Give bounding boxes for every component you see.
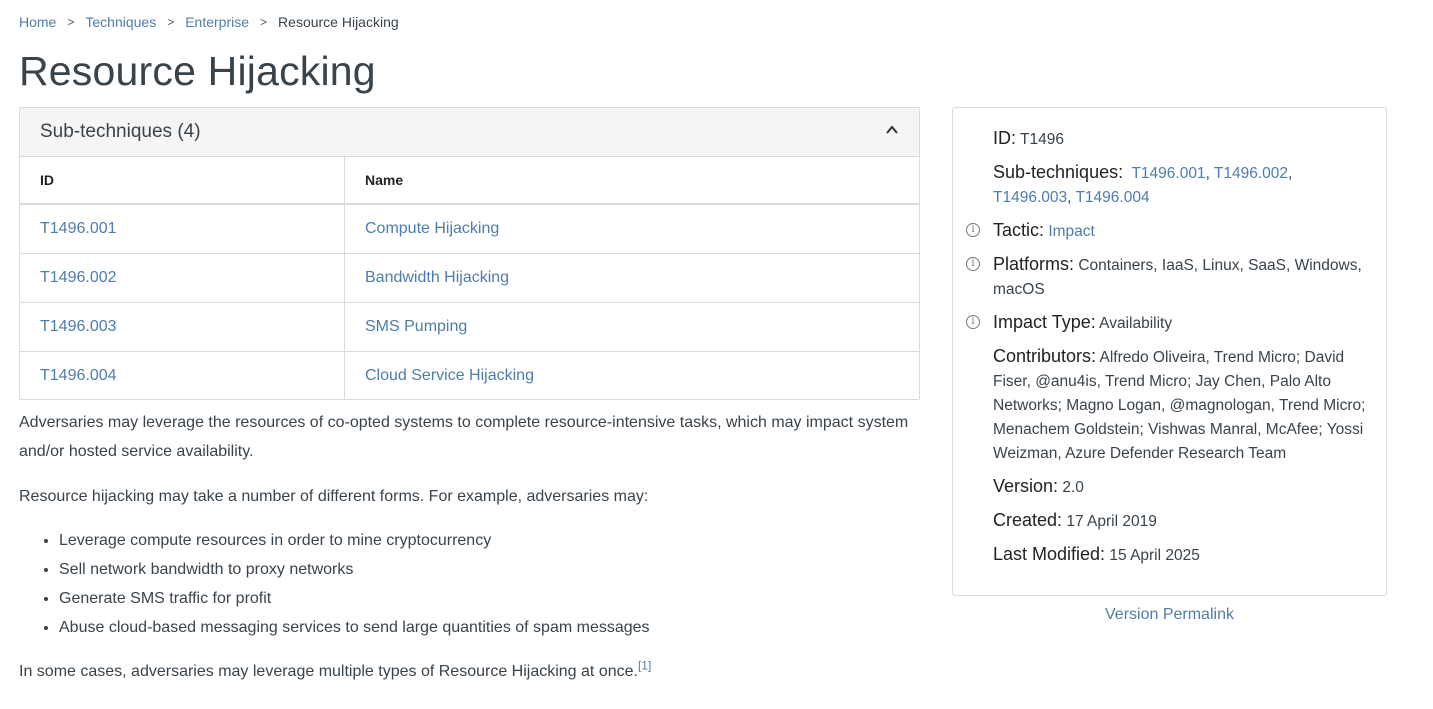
info-last-modified: Last Modified: 15 April 2025 (993, 544, 1200, 564)
subtech-name-link[interactable]: Compute Hijacking (365, 220, 499, 237)
info-circle-icon[interactable]: i (966, 223, 980, 237)
breadcrumb: Home > Techniques > Enterprise > Resourc… (19, 14, 399, 30)
subtech-id-link[interactable]: T1496.001 (40, 220, 117, 237)
version-value: 2.0 (1062, 479, 1084, 496)
table-header-row: ID Name (20, 157, 919, 205)
description-list: Leverage compute resources in order to m… (19, 526, 650, 642)
info-tactic: i Tactic: Impact (966, 218, 1366, 244)
tactic-link[interactable]: Impact (1048, 223, 1095, 240)
subtechniques-toggle[interactable]: Sub-techniques (4) (20, 108, 919, 157)
citation-link[interactable]: [1] (638, 659, 651, 673)
list-item: Generate SMS traffic for profit (59, 584, 650, 613)
subtech-id-link[interactable]: T1496.003 (40, 318, 117, 335)
created-value: 17 April 2019 (1066, 513, 1157, 530)
description-paragraph: Resource hijacking may take a number of … (19, 488, 649, 505)
subtechniques-title: Sub-techniques (4) (40, 121, 201, 142)
subtech-id-link[interactable]: T1496.004 (40, 367, 117, 384)
subtechniques-table: ID Name T1496.001 Compute Hijacking T149… (20, 157, 919, 400)
description-paragraph: In some cases, adversaries may leverage … (19, 657, 919, 686)
last-modified-value: 15 April 2025 (1109, 547, 1200, 564)
list-item: Leverage compute resources in order to m… (59, 526, 650, 555)
info-created: Created: 17 April 2019 (993, 510, 1157, 530)
list-item: Abuse cloud-based messaging services to … (59, 613, 650, 642)
column-header-name: Name (344, 157, 919, 205)
technique-info-card: ID: T1496 Sub-techniques: T1496.001, T14… (952, 107, 1387, 596)
info-id: ID: T1496 (993, 128, 1064, 148)
info-circle-icon[interactable]: i (966, 257, 980, 271)
description-paragraph: Adversaries may leverage the resources o… (19, 414, 909, 460)
column-header-id: ID (20, 157, 345, 205)
table-row: T1496.002 Bandwidth Hijacking (20, 253, 919, 303)
breadcrumb-home[interactable]: Home (19, 14, 56, 30)
breadcrumb-enterprise[interactable]: Enterprise (185, 14, 249, 30)
table-row: T1496.003 SMS Pumping (20, 302, 919, 352)
info-circle-icon[interactable]: i (966, 315, 980, 329)
info-version: Version: 2.0 (993, 476, 1084, 496)
subtech-name-link[interactable]: SMS Pumping (365, 318, 467, 335)
description-text: In some cases, adversaries may leverage … (19, 663, 638, 680)
version-permalink-link[interactable]: Version Permalink (952, 606, 1387, 624)
info-impact-type: i Impact Type: Availability (966, 310, 1366, 336)
breadcrumb-separator: > (167, 15, 175, 29)
subtech-name-link[interactable]: Cloud Service Hijacking (365, 367, 534, 384)
subtech-id-link[interactable]: T1496.002 (40, 269, 117, 286)
info-platforms: i Platforms: Containers, IaaS, Linux, Sa… (966, 252, 1366, 302)
info-contributors: Contributors: Alfredo Oliveira, Trend Mi… (993, 346, 1366, 462)
breadcrumb-separator: > (67, 15, 75, 29)
breadcrumb-separator: > (260, 15, 268, 29)
technique-id: T1496 (1020, 131, 1064, 148)
chevron-up-icon[interactable] (885, 123, 899, 142)
list-item: Sell network bandwidth to proxy networks (59, 555, 650, 584)
table-row: T1496.001 Compute Hijacking (20, 204, 919, 254)
subtech-link[interactable]: T1496.001 (1131, 165, 1205, 182)
breadcrumb-current: Resource Hijacking (278, 14, 399, 30)
page-title: Resource Hijacking (19, 48, 376, 94)
info-subtechniques: Sub-techniques: T1496.001, T1496.002, T1… (993, 162, 1293, 206)
table-row: T1496.004 Cloud Service Hijacking (20, 351, 919, 400)
subtech-name-link[interactable]: Bandwidth Hijacking (365, 269, 509, 286)
subtechniques-card: Sub-techniques (4) ID Name T1496.001 Com… (19, 107, 920, 400)
subtech-link[interactable]: T1496.002 (1214, 165, 1288, 182)
subtech-link[interactable]: T1496.003 (993, 189, 1067, 206)
impact-type-value: Availability (1099, 315, 1173, 332)
breadcrumb-techniques[interactable]: Techniques (85, 14, 156, 30)
subtech-link[interactable]: T1496.004 (1075, 189, 1149, 206)
